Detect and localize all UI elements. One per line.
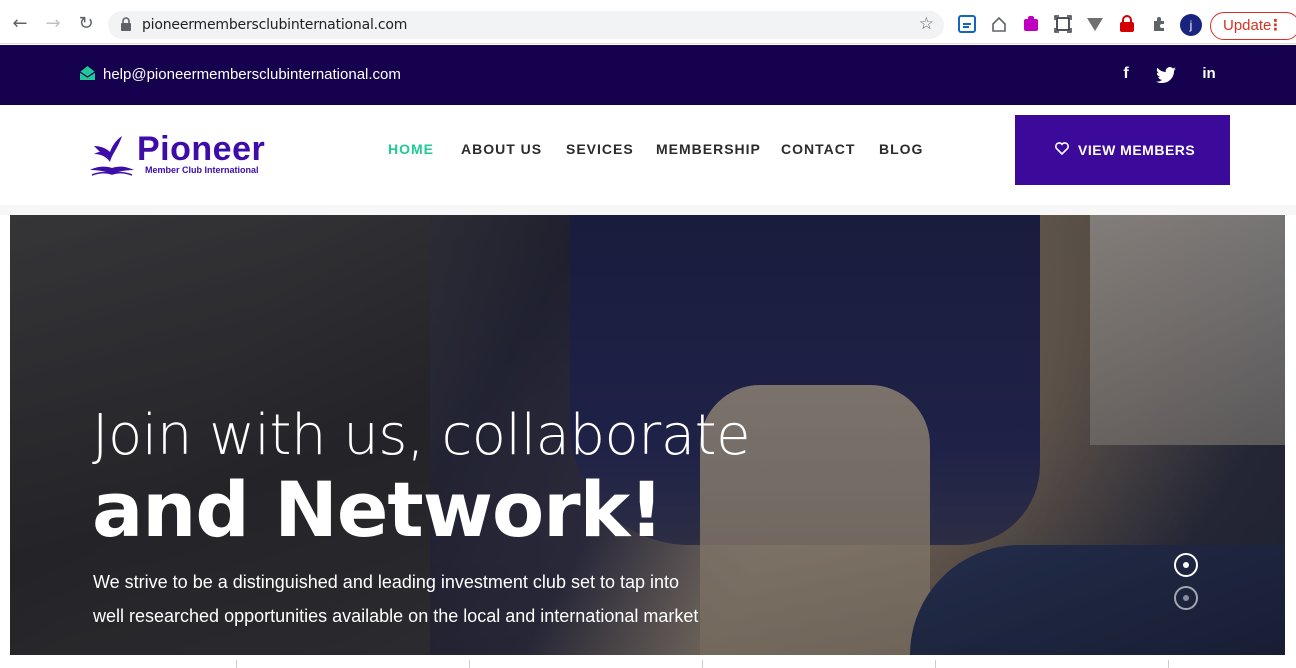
divider [935,660,936,668]
top-info-bar: help@pioneermembersclubinternational.com… [0,45,1296,105]
site-header: Pioneer Member Club International HOME A… [0,105,1296,205]
contact-email-link[interactable]: help@pioneermembersclubinternational.com [103,66,401,83]
nav-contact[interactable]: CONTACT [781,141,855,157]
update-label: Update [1223,17,1272,34]
below-hero-strip [0,655,1296,668]
envelope-open-icon [80,66,95,80]
lock-icon [121,17,131,31]
extension-screenshot-icon[interactable] [958,15,976,33]
profile-avatar[interactable]: j [1180,14,1202,36]
hero-slider: Join with us, collaborate and Network! W… [10,215,1285,655]
header-divider [0,205,1296,215]
facebook-icon[interactable]: f [1116,65,1136,83]
bookmark-star-icon[interactable]: ☆ [919,14,934,34]
home-icon[interactable] [990,15,1008,33]
logo-bird-icon[interactable] [88,132,136,178]
reload-icon[interactable]: ↻ [76,14,96,34]
extension-lock-red-icon[interactable] [1118,15,1136,33]
divider [469,660,470,668]
extensions-puzzle-icon[interactable] [1150,15,1168,33]
linkedin-icon[interactable]: in [1199,65,1219,82]
hero-description: We strive to be a distinguished and lead… [93,572,699,626]
nav-services[interactable]: SEVICES [566,141,634,157]
slider-dot-active[interactable] [1174,553,1198,577]
capture-frame-icon[interactable] [1054,15,1072,33]
address-bar[interactable]: pioneermembersclubinternational.com ☆ [108,11,944,39]
divider [236,660,237,668]
logo-title[interactable]: Pioneer [137,131,265,167]
update-button[interactable]: Update ⋮ [1210,12,1296,40]
logo-subtitle: Member Club International [145,165,259,175]
extension-puzzle-purple-icon[interactable] [1022,15,1040,33]
forward-icon[interactable]: → [43,14,63,34]
divider [702,660,703,668]
vuetools-icon[interactable] [1086,15,1104,33]
twitter-icon[interactable] [1156,67,1176,83]
nav-membership[interactable]: MEMBERSHIP [656,141,761,157]
slider-dot[interactable] [1174,586,1198,610]
hero-heading-line1: Join with us, collaborate [92,403,751,468]
url-text[interactable]: pioneermembersclubinternational.com [142,17,407,33]
view-members-button[interactable]: VIEW MEMBERS [1015,115,1230,185]
nav-home[interactable]: HOME [388,141,434,157]
nav-blog[interactable]: BLOG [879,141,923,157]
heart-icon [1055,142,1069,155]
view-members-label: VIEW MEMBERS [1078,142,1196,158]
slider-dot-center [1183,595,1189,601]
browser-menu-icon[interactable]: ⋮ [1268,13,1283,39]
divider [1168,660,1169,668]
hero-heading-line2: and Network! [92,465,664,554]
nav-about-us[interactable]: ABOUT US [461,141,542,157]
browser-toolbar: ← → ↻ pioneermembersclubinternational.co… [0,0,1296,44]
slider-dot-center [1183,562,1189,568]
back-icon[interactable]: ← [10,14,30,34]
